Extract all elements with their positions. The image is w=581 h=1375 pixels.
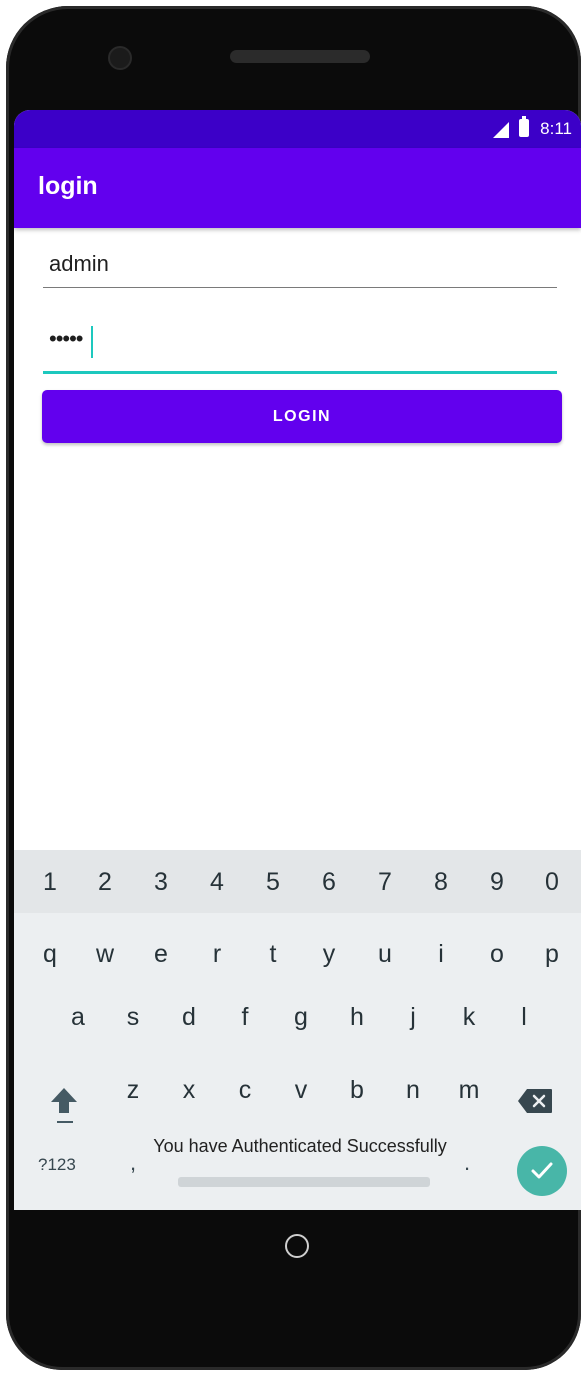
key-m[interactable]: m: [449, 1076, 489, 1105]
login-button[interactable]: LOGIN: [42, 390, 562, 443]
key-a[interactable]: a: [58, 1003, 98, 1032]
key-4[interactable]: 4: [197, 868, 237, 897]
backspace-icon[interactable]: [517, 1088, 553, 1114]
key-5[interactable]: 5: [253, 868, 293, 897]
screen: 8:11 login admin ••••• LOGIN 1 2 3 4 5 6…: [14, 110, 581, 1210]
signal-icon: [493, 122, 509, 138]
key-w[interactable]: w: [85, 940, 125, 969]
key-n[interactable]: n: [393, 1076, 433, 1105]
key-d[interactable]: d: [169, 1003, 209, 1032]
space-bar[interactable]: [178, 1177, 430, 1187]
app-title: login: [38, 172, 98, 200]
key-1[interactable]: 1: [30, 868, 70, 897]
username-value: admin: [49, 251, 109, 276]
key-z[interactable]: z: [113, 1076, 153, 1105]
shift-icon[interactable]: [49, 1086, 79, 1116]
key-h[interactable]: h: [337, 1003, 377, 1032]
key-7[interactable]: 7: [365, 868, 405, 897]
key-f[interactable]: f: [225, 1003, 265, 1032]
status-time: 8:11: [540, 119, 572, 138]
key-k[interactable]: k: [449, 1003, 489, 1032]
key-i[interactable]: i: [421, 940, 461, 969]
key-x[interactable]: x: [169, 1076, 209, 1105]
username-field[interactable]: admin: [43, 243, 557, 288]
key-p[interactable]: p: [532, 940, 572, 969]
key-y[interactable]: y: [309, 940, 349, 969]
enter-button[interactable]: [517, 1146, 567, 1196]
key-u[interactable]: u: [365, 940, 405, 969]
device-frame: 8:11 login admin ••••• LOGIN 1 2 3 4 5 6…: [6, 6, 581, 1370]
checkmark-icon: [531, 1162, 553, 1179]
key-6[interactable]: 6: [309, 868, 349, 897]
password-field[interactable]: •••••: [43, 316, 557, 374]
key-8[interactable]: 8: [421, 868, 461, 897]
symbols-key[interactable]: ?123: [38, 1155, 76, 1175]
key-e[interactable]: e: [141, 940, 181, 969]
key-0[interactable]: 0: [532, 868, 572, 897]
key-g[interactable]: g: [281, 1003, 321, 1032]
key-s[interactable]: s: [113, 1003, 153, 1032]
key-q[interactable]: q: [30, 940, 70, 969]
key-t[interactable]: t: [253, 940, 293, 969]
app-bar: login: [14, 148, 581, 228]
soft-keyboard: 1 2 3 4 5 6 7 8 9 0 q w e r t y u i o p …: [14, 850, 581, 1210]
key-b[interactable]: b: [337, 1076, 377, 1105]
password-value: •••••: [49, 326, 84, 351]
key-2[interactable]: 2: [85, 868, 125, 897]
key-c[interactable]: c: [225, 1076, 265, 1105]
shift-underline: [57, 1121, 73, 1123]
key-l[interactable]: l: [504, 1003, 544, 1032]
status-bar: 8:11: [14, 110, 581, 148]
key-r[interactable]: r: [197, 940, 237, 969]
key-9[interactable]: 9: [477, 868, 517, 897]
earpiece-speaker: [230, 50, 370, 63]
front-camera: [108, 46, 132, 70]
battery-icon: [519, 116, 529, 137]
key-v[interactable]: v: [281, 1076, 321, 1105]
key-o[interactable]: o: [477, 940, 517, 969]
toast-message: You have Authenticated Successfully: [153, 1136, 447, 1156]
key-j[interactable]: j: [393, 1003, 433, 1032]
key-3[interactable]: 3: [141, 868, 181, 897]
home-icon[interactable]: [285, 1234, 309, 1258]
text-cursor: [91, 326, 93, 358]
number-row: 1 2 3 4 5 6 7 8 9 0: [14, 850, 581, 913]
